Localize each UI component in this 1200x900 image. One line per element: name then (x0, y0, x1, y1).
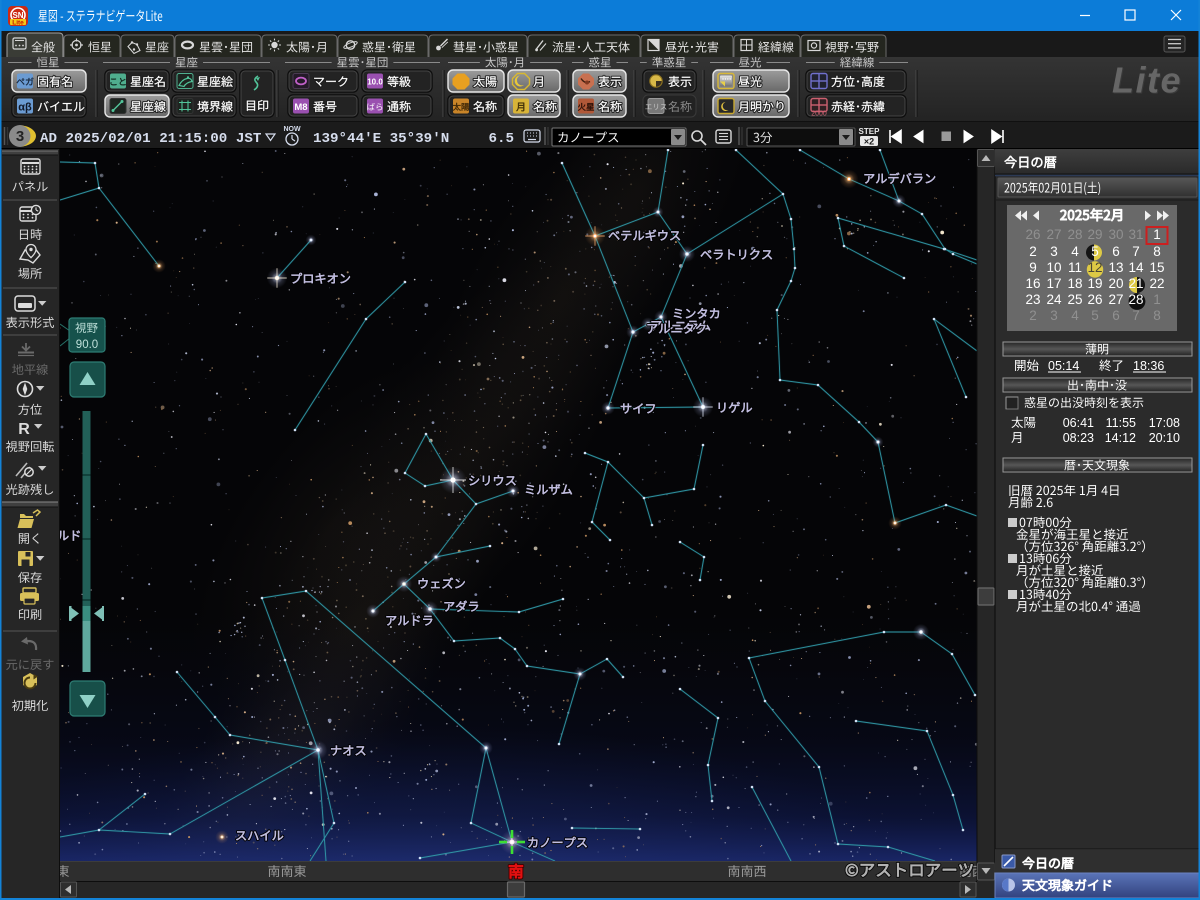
svg-text:10.0: 10.0 (367, 78, 383, 87)
svg-text:20:10: 20:10 (1149, 431, 1180, 445)
svg-text:05:14: 05:14 (1048, 359, 1079, 373)
svg-text:26: 26 (1087, 292, 1102, 307)
svg-text:20: 20 (1108, 276, 1123, 291)
svg-text:Lite: Lite (12, 20, 24, 27)
svg-text:STEP: STEP (859, 127, 881, 136)
svg-text:139°44'E 35°39'N: 139°44'E 35°39'N (313, 131, 449, 147)
svg-text:90.0: 90.0 (76, 339, 98, 351)
svg-text:αβ: αβ (18, 102, 32, 114)
svg-text:15: 15 (1149, 260, 1164, 275)
svg-text:28: 28 (1128, 292, 1143, 307)
svg-text:4: 4 (1071, 308, 1079, 323)
svg-text:19: 19 (1087, 276, 1102, 291)
svg-text:10: 10 (1046, 260, 1061, 275)
svg-text:3: 3 (16, 128, 24, 145)
svg-text:6: 6 (1112, 308, 1120, 323)
svg-text:4: 4 (1071, 244, 1079, 259)
svg-text:5: 5 (1091, 308, 1099, 323)
svg-text:1: 1 (1153, 292, 1161, 307)
svg-text:2000: 2000 (811, 111, 827, 118)
svg-text:3: 3 (1050, 308, 1058, 323)
svg-text:16: 16 (1025, 276, 1040, 291)
svg-text:7: 7 (1132, 308, 1140, 323)
svg-text:Lite: Lite (1112, 60, 1182, 101)
svg-text:26: 26 (1025, 227, 1040, 242)
svg-text:AD 2025/02/01 21:15:00 JST: AD 2025/02/01 21:15:00 JST (40, 131, 262, 147)
svg-text:R: R (18, 421, 30, 438)
svg-text:2: 2 (1029, 308, 1037, 323)
svg-text:12: 12 (1087, 260, 1102, 275)
svg-text:29: 29 (1087, 227, 1102, 242)
svg-text:08:23: 08:23 (1063, 431, 1094, 445)
svg-text:28: 28 (1067, 227, 1082, 242)
svg-text:21: 21 (1128, 276, 1143, 291)
svg-text:6: 6 (1112, 244, 1120, 259)
svg-text:14:12: 14:12 (1105, 431, 1136, 445)
svg-text:17:08: 17:08 (1149, 416, 1180, 430)
svg-text:2: 2 (1029, 244, 1037, 259)
svg-text:3: 3 (1050, 244, 1058, 259)
svg-text:06:41: 06:41 (1063, 416, 1094, 430)
svg-text:8: 8 (1153, 244, 1161, 259)
svg-text:7: 7 (1132, 244, 1140, 259)
svg-text:5: 5 (1091, 244, 1099, 259)
svg-text:27: 27 (1108, 292, 1123, 307)
svg-text:M8: M8 (294, 102, 307, 113)
svg-text:17: 17 (1046, 276, 1061, 291)
svg-text:31: 31 (1128, 227, 1143, 242)
svg-text:9: 9 (1029, 260, 1037, 275)
svg-text:18:36: 18:36 (1133, 359, 1164, 373)
svg-text:8: 8 (1153, 308, 1161, 323)
svg-text:13: 13 (1108, 260, 1123, 275)
svg-text:×2: ×2 (864, 137, 874, 147)
svg-text:6.5: 6.5 (488, 131, 514, 147)
svg-text:23: 23 (1025, 292, 1040, 307)
svg-text:NOW: NOW (283, 126, 301, 133)
svg-text:11: 11 (1068, 260, 1082, 275)
svg-text:30: 30 (1108, 227, 1123, 242)
svg-text:27: 27 (1046, 227, 1061, 242)
svg-text:14: 14 (1128, 260, 1144, 275)
svg-text:1: 1 (1153, 227, 1161, 242)
svg-text:24: 24 (1046, 292, 1062, 307)
svg-text:22: 22 (1149, 276, 1164, 291)
svg-text:11:55: 11:55 (1106, 416, 1136, 430)
svg-text:25: 25 (1067, 292, 1082, 307)
svg-text:18: 18 (1067, 276, 1082, 291)
